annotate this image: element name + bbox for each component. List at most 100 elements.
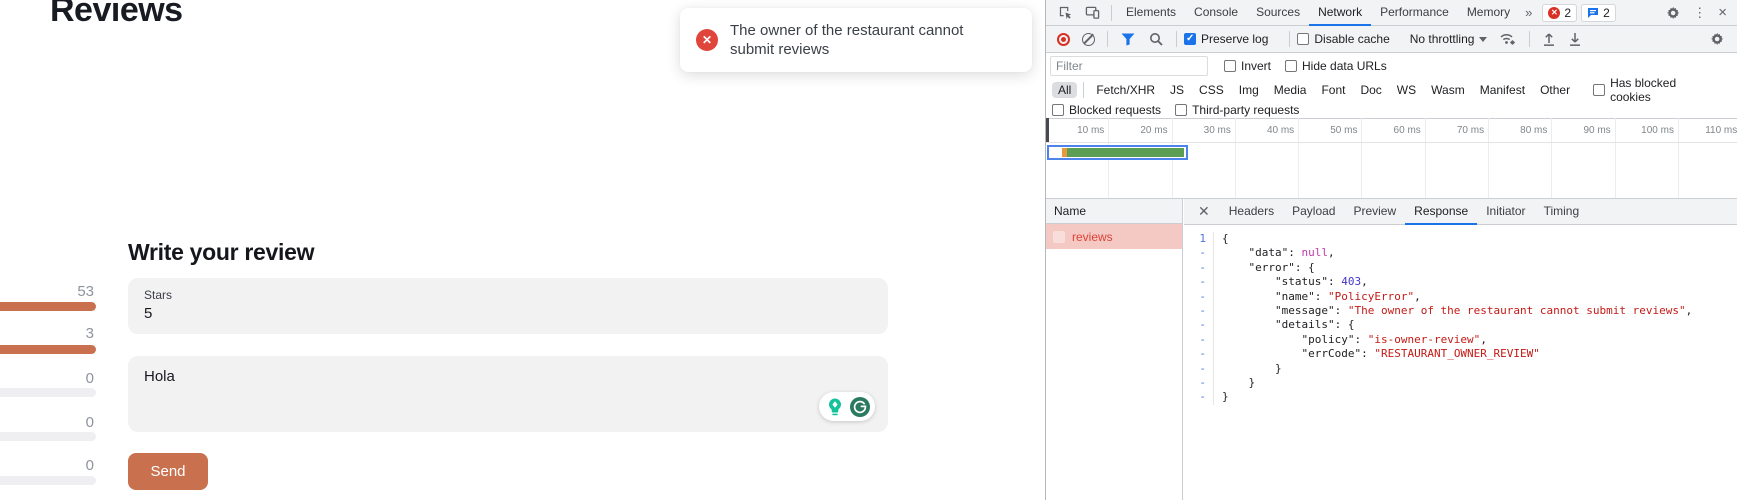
response-line: - "error": { xyxy=(1184,261,1737,275)
record-network-log-icon[interactable] xyxy=(1057,33,1070,46)
devtools-tab-memory[interactable]: Memory xyxy=(1458,0,1519,26)
type-filter-fetchxhr[interactable]: Fetch/XHR xyxy=(1090,82,1161,98)
network-main-area: Name reviews ✕ HeadersPayloadPreviewResp… xyxy=(1046,199,1737,500)
response-line: - "details": { xyxy=(1184,318,1737,332)
timeline-tick-label: 70 ms xyxy=(1426,118,1489,198)
network-conditions-icon[interactable] xyxy=(1493,32,1522,46)
grammarly-widget[interactable] xyxy=(819,392,875,421)
detail-tab-headers[interactable]: Headers xyxy=(1220,199,1283,225)
export-har-icon[interactable] xyxy=(1563,33,1587,46)
toast-message: The owner of the restaurant cannot submi… xyxy=(730,21,970,59)
stars-input[interactable] xyxy=(144,305,344,322)
line-gutter: - xyxy=(1184,290,1214,304)
checkbox-unchecked-icon xyxy=(1175,104,1187,116)
blocked-requests-label: Blocked requests xyxy=(1069,103,1161,117)
waterfall-selected-request[interactable] xyxy=(1047,145,1188,160)
send-button[interactable]: Send xyxy=(128,453,208,490)
request-name-column: Name reviews xyxy=(1046,199,1183,500)
invert-checkbox[interactable]: Invert xyxy=(1224,59,1271,73)
error-toast[interactable]: ✕ The owner of the restaurant cannot sub… xyxy=(680,8,1032,72)
message-badge[interactable]: 2 xyxy=(1581,4,1616,22)
type-filter-css[interactable]: CSS xyxy=(1193,82,1230,98)
network-settings-gear-icon[interactable] xyxy=(1705,32,1731,46)
devtools-tab-network[interactable]: Network xyxy=(1309,0,1371,26)
type-filter-manifest[interactable]: Manifest xyxy=(1474,82,1531,98)
third-party-requests-label: Third-party requests xyxy=(1192,103,1299,117)
grammarly-icon[interactable] xyxy=(849,396,871,418)
settings-gear-icon[interactable] xyxy=(1661,6,1687,20)
hide-data-urls-checkbox[interactable]: Hide data URLs xyxy=(1285,59,1387,73)
line-gutter: - xyxy=(1184,362,1214,376)
type-filter-font[interactable]: Font xyxy=(1315,82,1351,98)
throttling-value: No throttling xyxy=(1410,32,1475,46)
devtools-tab-performance[interactable]: Performance xyxy=(1371,0,1458,26)
line-gutter: - xyxy=(1184,261,1214,275)
rating-bar xyxy=(0,345,96,354)
timeline-scrubber xyxy=(1046,118,1049,142)
detail-tab-preview[interactable]: Preview xyxy=(1344,199,1405,225)
review-field[interactable]: Hola xyxy=(128,356,888,432)
timeline-tick-label: 110 ms xyxy=(1679,118,1737,198)
import-har-icon[interactable] xyxy=(1537,33,1561,46)
search-icon[interactable] xyxy=(1143,32,1169,46)
throttling-dropdown[interactable]: No throttling xyxy=(1406,32,1492,46)
more-tabs-icon[interactable]: » xyxy=(1519,5,1538,20)
resource-type-filters: All Fetch/XHRJSCSSImgMediaFontDocWSWasmMa… xyxy=(1046,79,1737,101)
rating-bar xyxy=(0,476,96,485)
kebab-menu-icon[interactable]: ⋮ xyxy=(1687,5,1712,21)
error-badge[interactable]: ✕ 2 xyxy=(1542,4,1577,22)
rating-bar xyxy=(0,388,96,397)
waterfall-waiting-segment xyxy=(1050,148,1062,157)
preserve-log-checkbox[interactable]: Preserve log xyxy=(1184,32,1268,46)
type-filter-doc[interactable]: Doc xyxy=(1354,82,1387,98)
name-column-header[interactable]: Name xyxy=(1046,199,1182,224)
stars-field[interactable]: Stars xyxy=(128,278,888,334)
type-filter-other[interactable]: Other xyxy=(1534,82,1576,98)
grammarly-suggestion-icon[interactable] xyxy=(824,396,846,418)
preserve-log-label: Preserve log xyxy=(1201,32,1268,46)
request-name: reviews xyxy=(1072,230,1113,244)
devtools-tab-elements[interactable]: Elements xyxy=(1117,0,1185,26)
error-circle-icon: ✕ xyxy=(696,29,718,51)
response-line: - "data": null, xyxy=(1184,246,1737,260)
detail-tab-initiator[interactable]: Initiator xyxy=(1477,199,1534,225)
close-detail-icon[interactable]: ✕ xyxy=(1188,203,1220,220)
review-textarea[interactable]: Hola xyxy=(144,368,804,420)
inspect-element-icon[interactable] xyxy=(1052,5,1079,20)
timeline-tick-label: 60 ms xyxy=(1362,118,1425,198)
line-gutter: - xyxy=(1184,246,1214,260)
request-row-reviews[interactable]: reviews xyxy=(1046,224,1182,249)
checkbox-unchecked-icon xyxy=(1285,60,1297,72)
has-blocked-cookies-checkbox[interactable]: Has blocked cookies xyxy=(1593,76,1717,104)
hide-data-urls-label: Hide data URLs xyxy=(1302,59,1387,73)
detail-tab-response[interactable]: Response xyxy=(1405,199,1477,225)
line-gutter: - xyxy=(1184,376,1214,390)
response-body-viewer[interactable]: 1{- "data": null,- "error": {- "status":… xyxy=(1184,226,1737,500)
close-devtools-icon[interactable]: × xyxy=(1712,4,1733,21)
type-filter-all[interactable]: All xyxy=(1052,82,1077,98)
screen: Reviews ✕ The owner of the restaurant ca… xyxy=(0,0,1737,500)
line-gutter: 1 xyxy=(1184,232,1214,246)
response-line: 1{ xyxy=(1184,232,1737,246)
page-title: Reviews xyxy=(50,0,183,30)
rating-count: 0 xyxy=(0,457,94,474)
type-filter-js[interactable]: JS xyxy=(1164,82,1190,98)
third-party-requests-checkbox[interactable]: Third-party requests xyxy=(1175,103,1299,117)
devtools-tab-sources[interactable]: Sources xyxy=(1247,0,1309,26)
filter-funnel-icon[interactable] xyxy=(1115,33,1141,46)
type-filter-media[interactable]: Media xyxy=(1268,82,1313,98)
disable-cache-checkbox[interactable]: Disable cache xyxy=(1297,32,1389,46)
type-filter-img[interactable]: Img xyxy=(1233,82,1265,98)
detail-tab-payload[interactable]: Payload xyxy=(1283,199,1344,225)
type-filter-ws[interactable]: WS xyxy=(1391,82,1422,98)
clear-network-log-icon[interactable] xyxy=(1082,33,1095,46)
line-gutter: - xyxy=(1184,275,1214,289)
type-filter-wasm[interactable]: Wasm xyxy=(1425,82,1471,98)
devtools-tab-console[interactable]: Console xyxy=(1185,0,1247,26)
device-toolbar-icon[interactable] xyxy=(1079,5,1106,20)
detail-tab-timing[interactable]: Timing xyxy=(1535,199,1589,225)
rating-bar xyxy=(0,302,96,311)
blocked-requests-checkbox[interactable]: Blocked requests xyxy=(1052,103,1161,117)
filter-input[interactable] xyxy=(1050,56,1208,76)
stars-label: Stars xyxy=(144,288,872,302)
